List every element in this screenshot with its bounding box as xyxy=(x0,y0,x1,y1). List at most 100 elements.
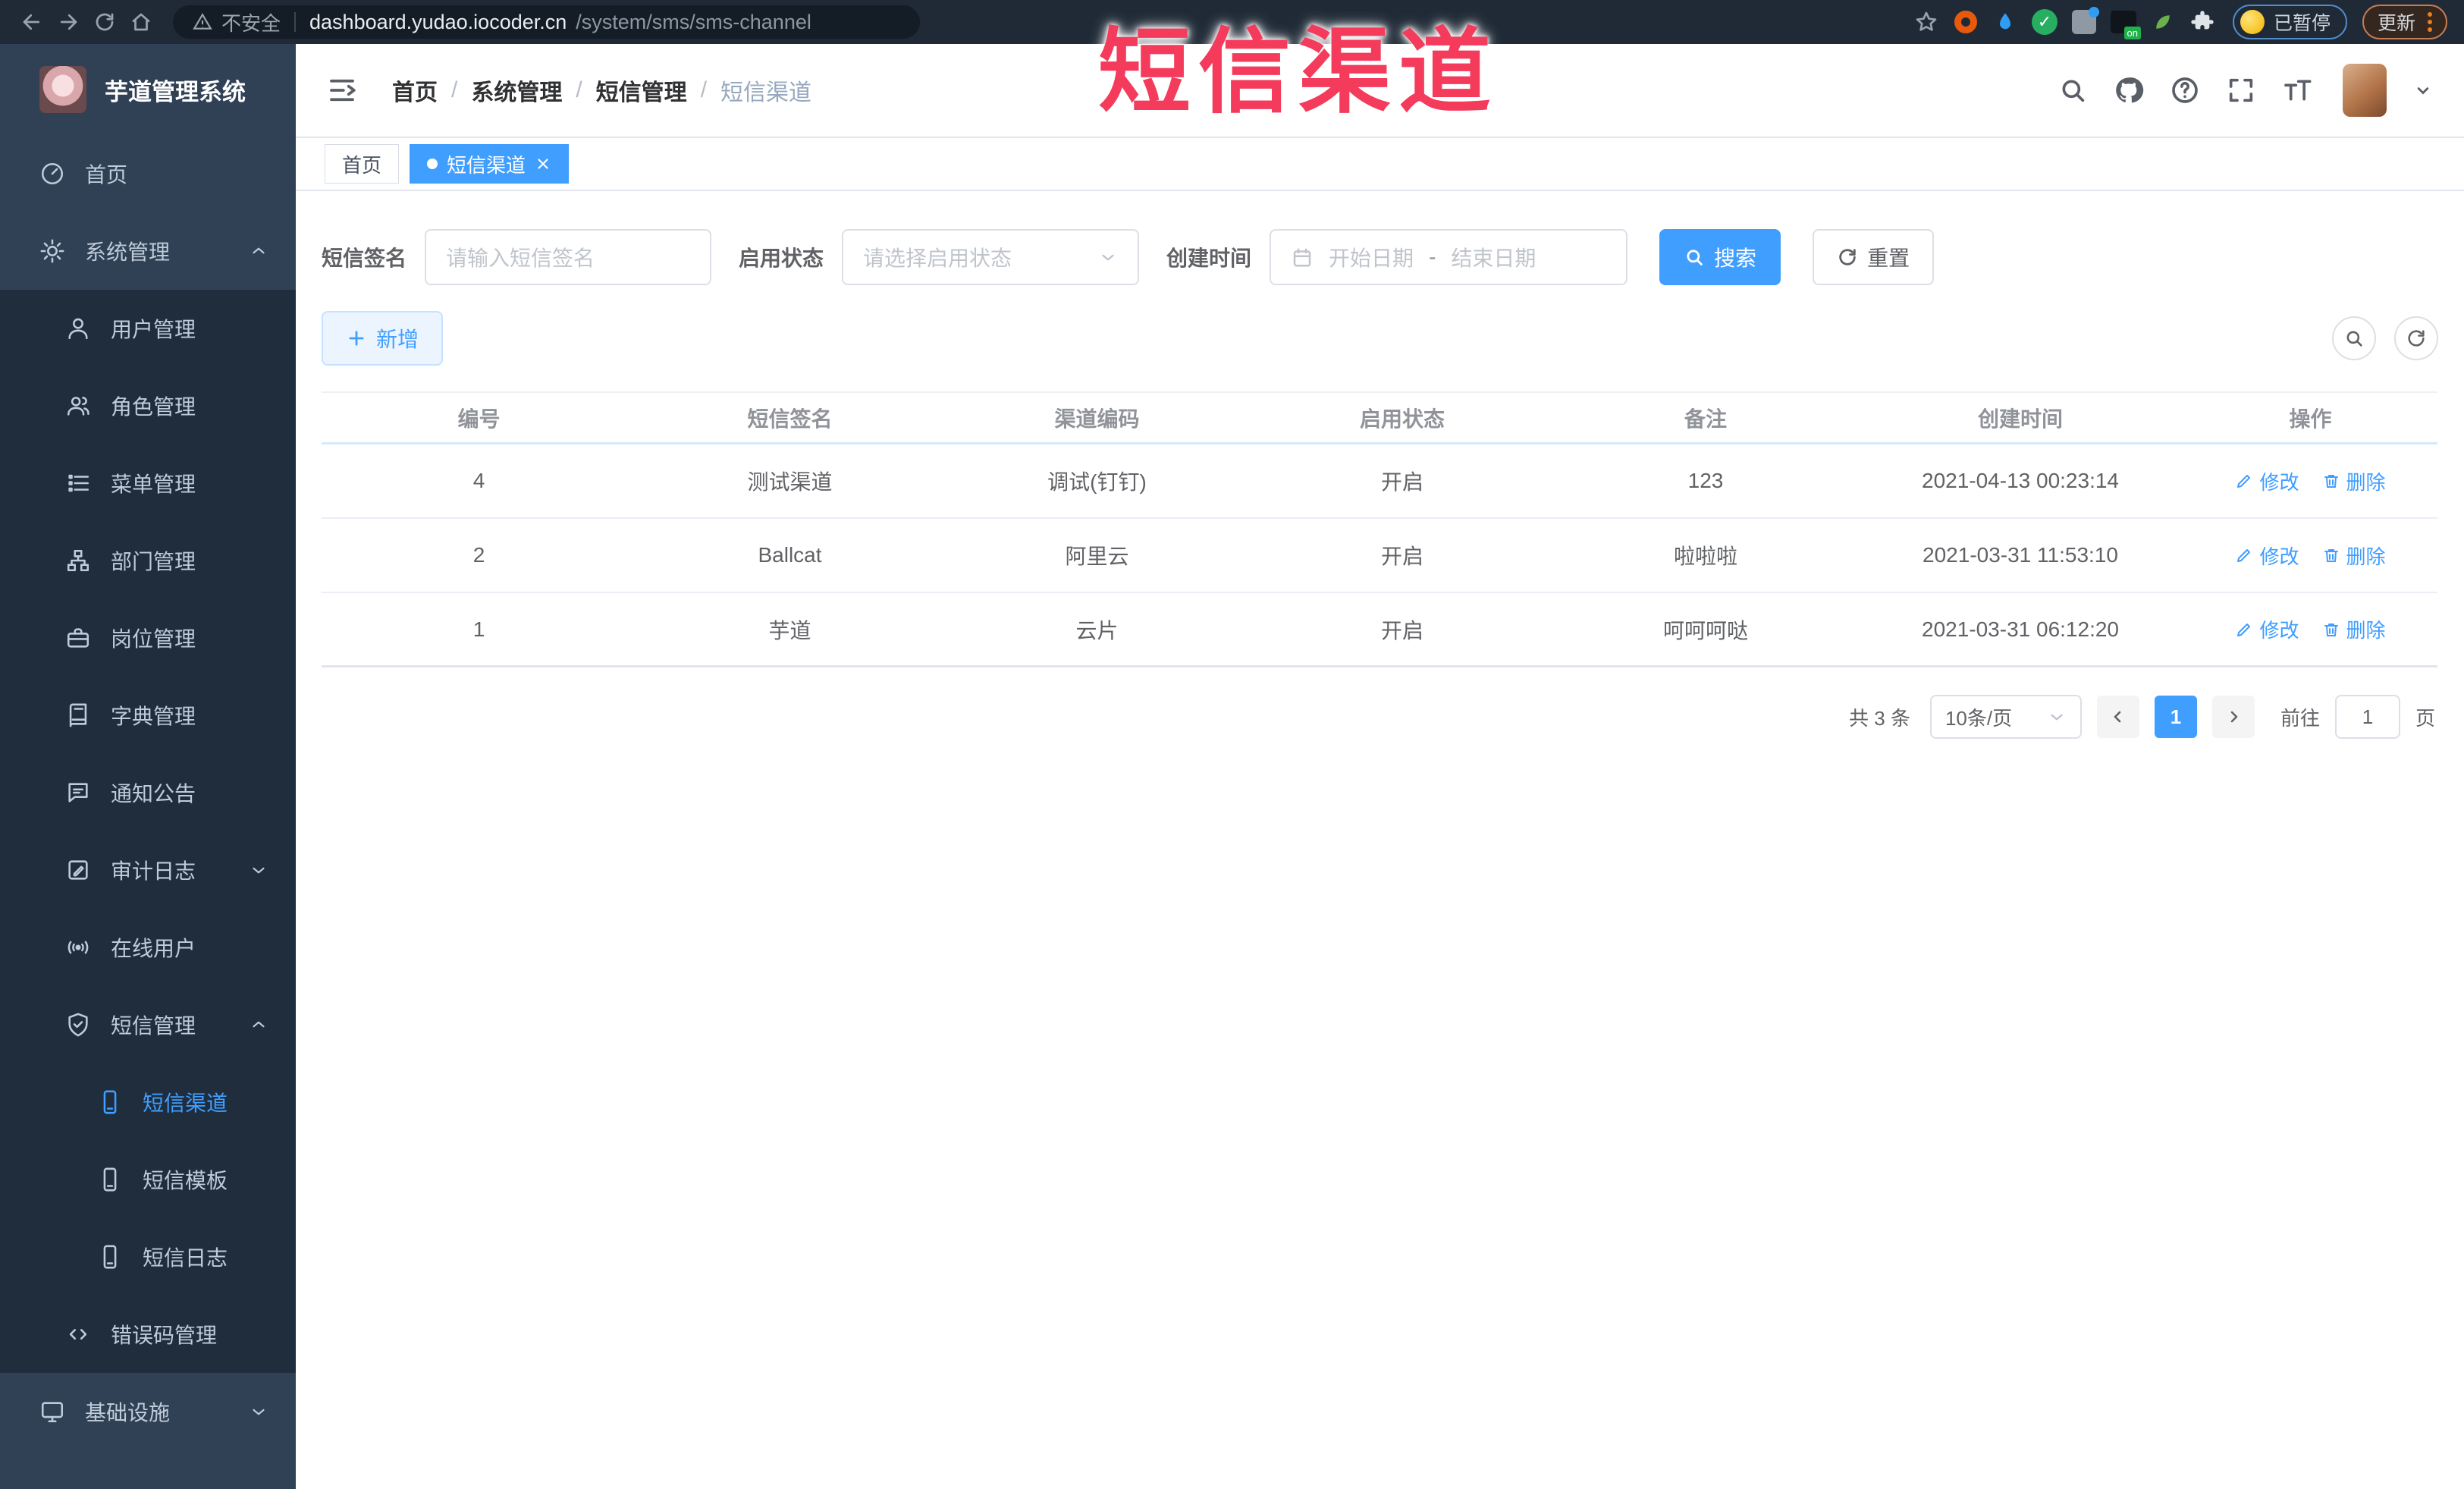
notice-icon xyxy=(68,783,88,803)
fullscreen-icon[interactable] xyxy=(2226,75,2256,105)
hamburger-icon[interactable] xyxy=(326,74,358,106)
refresh-table-button[interactable] xyxy=(2394,316,2438,360)
sidebar-item-error-codes[interactable]: 错误码管理 xyxy=(0,1296,296,1373)
extension-grid-icon[interactable] xyxy=(2067,5,2101,39)
extension-drop-icon[interactable] xyxy=(1988,5,2022,39)
breadcrumb-item[interactable]: 系统管理 xyxy=(471,74,562,107)
goto-label: 前往 xyxy=(2280,706,2320,730)
sidebar-item-audit-log[interactable]: 审计日志 xyxy=(0,831,296,909)
navbar-actions xyxy=(2058,64,2434,117)
address-bar[interactable]: 不安全 dashboard.yudao.iocoder.cn/system/sm… xyxy=(173,5,920,39)
sidebar-item-sms-log[interactable]: 短信日志 xyxy=(0,1218,296,1296)
delete-link[interactable]: 删除 xyxy=(2322,615,2386,643)
chevron-down-icon[interactable] xyxy=(2412,80,2434,101)
forward-icon[interactable] xyxy=(53,7,83,37)
goto-page-input[interactable]: 1 xyxy=(2334,695,2400,739)
sidebar-item-sms-management[interactable]: 短信管理 xyxy=(0,986,296,1063)
table-row: 4 测试渠道 调试(钉钉) 开启 123 2021-04-13 00:23:14… xyxy=(322,445,2437,519)
sidebar-item-system[interactable]: 系统管理 xyxy=(0,212,296,290)
browser-menu-icon[interactable] xyxy=(2428,12,2432,32)
dashboard-icon xyxy=(41,162,64,185)
toggle-search-button[interactable] xyxy=(2332,316,2376,360)
search-icon[interactable] xyxy=(2058,75,2088,105)
url-domain[interactable]: dashboard.yudao.iocoder.cn xyxy=(309,11,567,34)
extension-orange-ring-icon[interactable] xyxy=(1949,5,1982,39)
search-button[interactable]: 搜索 xyxy=(1659,229,1781,285)
font-size-icon[interactable] xyxy=(2282,75,2312,105)
delete-link[interactable]: 删除 xyxy=(2322,542,2386,570)
security-label[interactable]: 不安全 xyxy=(221,8,281,36)
back-icon[interactable] xyxy=(17,7,47,37)
role-icon xyxy=(67,397,89,416)
sidebar-item-home[interactable]: 首页 xyxy=(0,135,296,212)
table-header-row: 编号 短信签名 渠道编码 启用状态 备注 创建时间 操作 xyxy=(322,391,2437,445)
plus-icon xyxy=(349,331,364,346)
url-path[interactable]: /system/sms/sms-channel xyxy=(576,11,811,34)
sidebar-item-online-users[interactable]: 在线用户 xyxy=(0,909,296,986)
column-header: 编号 xyxy=(457,407,501,431)
add-button[interactable]: 新增 xyxy=(322,311,444,366)
log-icon xyxy=(68,860,88,880)
github-icon[interactable] xyxy=(2114,75,2144,105)
tab-home[interactable]: 首页 xyxy=(325,144,400,184)
column-header: 渠道编码 xyxy=(1054,407,1140,431)
sidebar-item-departments[interactable]: 部门管理 xyxy=(0,522,296,599)
table-toolbar: 新增 xyxy=(322,311,2438,366)
breadcrumb-item[interactable]: 短信管理 xyxy=(596,74,687,107)
delete-link[interactable]: 删除 xyxy=(2322,467,2386,495)
edit-link[interactable]: 修改 xyxy=(2235,467,2299,495)
next-page-button[interactable] xyxy=(2211,696,2255,738)
home-icon[interactable] xyxy=(126,7,156,37)
prev-page-button[interactable] xyxy=(2096,696,2139,738)
sidebar-item-menus[interactable]: 菜单管理 xyxy=(0,445,296,522)
sms-shield-icon xyxy=(68,1013,88,1037)
breadcrumb-item[interactable]: 首页 xyxy=(392,74,438,107)
date-range-picker[interactable]: 开始日期 - 结束日期 xyxy=(1270,229,1628,285)
sidebar-item-notices[interactable]: 通知公告 xyxy=(0,754,296,831)
status-select[interactable]: 请选择启用状态 xyxy=(842,229,1140,285)
help-icon[interactable] xyxy=(2170,75,2200,105)
sidebar-item-sms-template[interactable]: 短信模板 xyxy=(0,1141,296,1218)
main-area: 首页 / 系统管理 / 短信管理 / 短信渠道 首页 短信渠道 短信签名 请输入… xyxy=(296,44,2464,1489)
chevron-right-icon xyxy=(2230,711,2238,723)
chevron-down-icon xyxy=(1098,247,1118,267)
reset-button[interactable]: 重置 xyxy=(1813,229,1935,285)
table-row: 1 芋道 云片 开启 呵呵呵哒 2021-03-31 06:12:20 修改 删… xyxy=(322,593,2437,668)
sidebar-item-roles[interactable]: 角色管理 xyxy=(0,367,296,445)
refresh-icon xyxy=(1839,249,1856,265)
sidebar-item-users[interactable]: 用户管理 xyxy=(0,290,296,367)
close-icon[interactable] xyxy=(535,155,551,172)
reload-icon[interactable] xyxy=(89,7,120,37)
end-date-placeholder[interactable]: 结束日期 xyxy=(1451,242,1536,272)
profile-paused-badge[interactable]: 已暂停 xyxy=(2232,5,2347,39)
edit-link[interactable]: 修改 xyxy=(2235,615,2299,643)
extension-on-badge-icon[interactable] xyxy=(2107,5,2141,39)
sms-channel-table: 编号 短信签名 渠道编码 启用状态 备注 创建时间 操作 4 测试渠道 调试(钉… xyxy=(322,391,2437,668)
sidebar-item-posts[interactable]: 岗位管理 xyxy=(0,599,296,677)
sidebar-item-infrastructure[interactable]: 基础设施 xyxy=(0,1373,296,1450)
extension-leaf-icon[interactable] xyxy=(2146,5,2180,39)
chevron-down-icon xyxy=(253,867,265,874)
browser-update-button[interactable]: 更新 xyxy=(2362,5,2447,39)
page-size-select[interactable]: 10条/页 xyxy=(1929,695,2082,739)
logo-image xyxy=(39,66,86,113)
post-icon xyxy=(67,628,89,648)
sidebar-item-dictionary[interactable]: 字典管理 xyxy=(0,677,296,754)
breadcrumb-item-current: 短信渠道 xyxy=(720,80,812,105)
app-logo-row[interactable]: 芋道管理系统 xyxy=(0,44,296,135)
extensions-puzzle-icon[interactable] xyxy=(2186,5,2219,39)
sign-label: 短信签名 xyxy=(322,247,407,270)
bookmark-star-icon[interactable] xyxy=(1910,5,1943,39)
page-number-current[interactable]: 1 xyxy=(2154,696,2197,738)
start-date-placeholder[interactable]: 开始日期 xyxy=(1329,242,1414,272)
chevron-down-icon xyxy=(2047,707,2067,727)
sign-input[interactable]: 请输入短信签名 xyxy=(425,229,712,285)
edit-icon xyxy=(2237,623,2251,636)
extension-check-icon[interactable]: ✓ xyxy=(2028,5,2061,39)
emoji-avatar-icon xyxy=(2240,10,2265,34)
user-avatar[interactable] xyxy=(2343,64,2387,117)
column-header: 操作 xyxy=(2289,407,2332,431)
sidebar-item-sms-channel[interactable]: 短信渠道 xyxy=(0,1063,296,1141)
edit-link[interactable]: 修改 xyxy=(2235,542,2299,570)
tab-sms-channel[interactable]: 短信渠道 xyxy=(410,144,570,184)
